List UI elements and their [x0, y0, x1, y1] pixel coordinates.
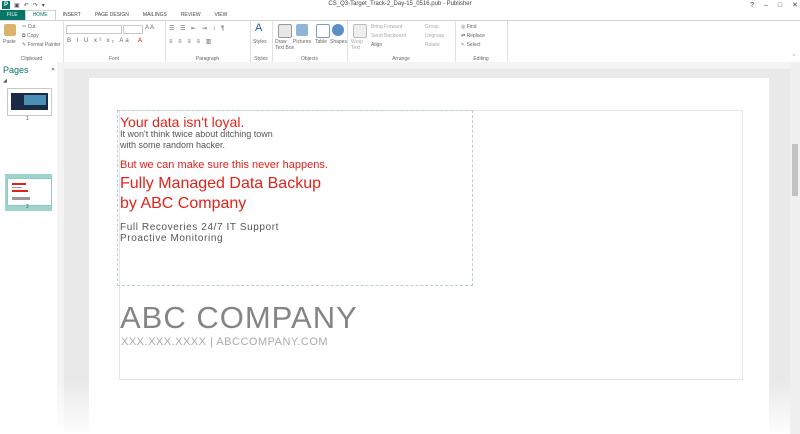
send-backward-button[interactable]: Send Backward: [371, 33, 406, 39]
font-group: A A B I U x² x₂ Aa A Font: [63, 21, 166, 63]
paste-icon[interactable]: [4, 24, 16, 36]
thumbnail-text: [12, 183, 26, 185]
promise-text[interactable]: But we can make sure this never happens.: [120, 159, 328, 171]
feature-text-line2[interactable]: Proactive Monitoring: [120, 233, 223, 244]
company-name[interactable]: ABC COMPANY: [120, 300, 358, 336]
close-pane-icon[interactable]: ✕: [51, 67, 55, 73]
replace-button[interactable]: ⇄ Replace: [461, 33, 485, 39]
group-button[interactable]: Group: [425, 24, 439, 30]
paste-button[interactable]: Paste: [3, 39, 16, 45]
cut-button[interactable]: ✂ Cut: [22, 24, 35, 30]
scrollbar-thumb[interactable]: [792, 144, 798, 196]
ungroup-button[interactable]: Ungroup: [425, 33, 444, 39]
page-thumbnail-1[interactable]: [7, 88, 52, 116]
styles-icon[interactable]: A: [255, 22, 262, 34]
grow-font-icon[interactable]: A A: [145, 25, 154, 31]
help-button[interactable]: ?: [750, 2, 754, 9]
objects-group: Draw Text Box Pictures Table Shapes Obje…: [272, 21, 348, 63]
contact-line[interactable]: XXX.XXX.XXXX | ABCCOMPANY.COM: [121, 336, 328, 348]
ribbon: Paste ✂ Cut ⧉ Copy ✎ Format Painter Clip…: [0, 20, 800, 64]
vertical-scrollbar[interactable]: [790, 62, 800, 434]
collapse-pages-icon[interactable]: ◢: [3, 78, 7, 84]
thumbnail-text: [12, 187, 22, 188]
tab-page-design[interactable]: PAGE DESIGN: [88, 10, 136, 20]
copy-button[interactable]: ⧉ Copy: [22, 33, 39, 39]
font-size-dropdown[interactable]: [123, 25, 143, 34]
body-text-line1[interactable]: It won't think twice about ditching town: [120, 129, 273, 139]
tab-file[interactable]: FILE: [0, 10, 25, 20]
pages-pane: Pages ✕ ◢ 1 2: [0, 62, 58, 434]
format-painter-button[interactable]: ✎ Format Painter: [22, 42, 61, 48]
styles-button[interactable]: Styles: [253, 39, 267, 45]
page-number-1: 1: [26, 116, 29, 122]
shapes-icon: [332, 24, 344, 36]
collapse-ribbon-icon[interactable]: ⌃: [792, 54, 796, 60]
thumbnail-image-accent: [24, 95, 46, 105]
pictures-icon: [296, 24, 308, 36]
select-button[interactable]: ↖ Select: [461, 42, 481, 48]
service-title-line1[interactable]: Fully Managed Data Backup: [120, 175, 321, 193]
service-title-line2[interactable]: by ABC Company: [120, 195, 246, 213]
clipboard-group: Paste ✂ Cut ⧉ Copy ✎ Format Painter Clip…: [0, 21, 64, 63]
tab-home[interactable]: HOME: [24, 10, 56, 20]
paragraph-group: ☰ ☰ ⇤ ⇥ ↕ ¶ ≡ ≡ ≡ ≡ ▥ Paragraph: [165, 21, 251, 63]
tab-review[interactable]: REVIEW: [174, 10, 208, 20]
page-number-2: 2: [26, 204, 29, 210]
ribbon-tabs: FILE HOME INSERT PAGE DESIGN MAILINGS RE…: [0, 10, 800, 20]
feature-text-line1[interactable]: Full Recoveries 24/7 IT Support: [120, 222, 279, 233]
font-color-icon[interactable]: A: [138, 38, 142, 44]
window-title: CS_Q3-Target_Track-2_Day-15_0516.pub - P…: [328, 1, 472, 7]
bring-forward-button[interactable]: Bring Forward: [371, 24, 402, 30]
table-icon: [316, 24, 330, 38]
maximize-button[interactable]: □: [778, 2, 782, 9]
pages-pane-title: Pages: [3, 65, 29, 75]
body-text-line2[interactable]: with some random hacker.: [120, 140, 225, 150]
title-bar: P ▣ ↶ ↷ ▾ CS_Q3-Target_Track-2_Day-15_05…: [0, 0, 800, 10]
minimize-button[interactable]: –: [764, 2, 768, 9]
tab-mailings[interactable]: MAILINGS: [136, 10, 174, 20]
table-button[interactable]: Table: [315, 39, 327, 45]
draw-text-box-button[interactable]: Draw Text Box: [275, 39, 295, 51]
window-controls: ? – □ ✕: [750, 0, 798, 10]
thumbnail-text: [12, 197, 30, 200]
pictures-button[interactable]: Pictures: [293, 39, 311, 45]
list-buttons[interactable]: ☰ ☰ ⇤ ⇥ ↕ ¶: [169, 25, 226, 32]
editing-group: ◎ Find ⇄ Replace ↖ Select Editing: [455, 21, 508, 63]
close-button[interactable]: ✕: [792, 1, 798, 9]
wrap-text-button[interactable]: Wrap Text: [351, 39, 365, 51]
tab-insert[interactable]: INSERT: [56, 10, 88, 20]
align-button[interactable]: Align: [371, 42, 382, 48]
tab-view[interactable]: VIEW: [208, 10, 235, 20]
find-button[interactable]: ◎ Find: [461, 24, 477, 30]
rotate-button[interactable]: Rotate: [425, 42, 440, 48]
shapes-button[interactable]: Shapes: [330, 39, 347, 45]
styles-group: A Styles Styles: [250, 21, 273, 63]
headline-text[interactable]: Your data isn't loyal.: [120, 114, 244, 130]
font-format-buttons[interactable]: B I U x² x₂ Aa: [67, 38, 131, 44]
arrange-group: Wrap Text Bring Forward Send Backward Al…: [347, 21, 456, 63]
text-box-icon: [278, 24, 292, 38]
wrap-text-icon: [353, 24, 367, 38]
font-name-dropdown[interactable]: [66, 25, 122, 34]
thumbnail-text: [12, 190, 28, 192]
alignment-buttons[interactable]: ≡ ≡ ≡ ≡ ▥: [169, 38, 213, 45]
page-thumbnail-2[interactable]: [7, 178, 52, 206]
